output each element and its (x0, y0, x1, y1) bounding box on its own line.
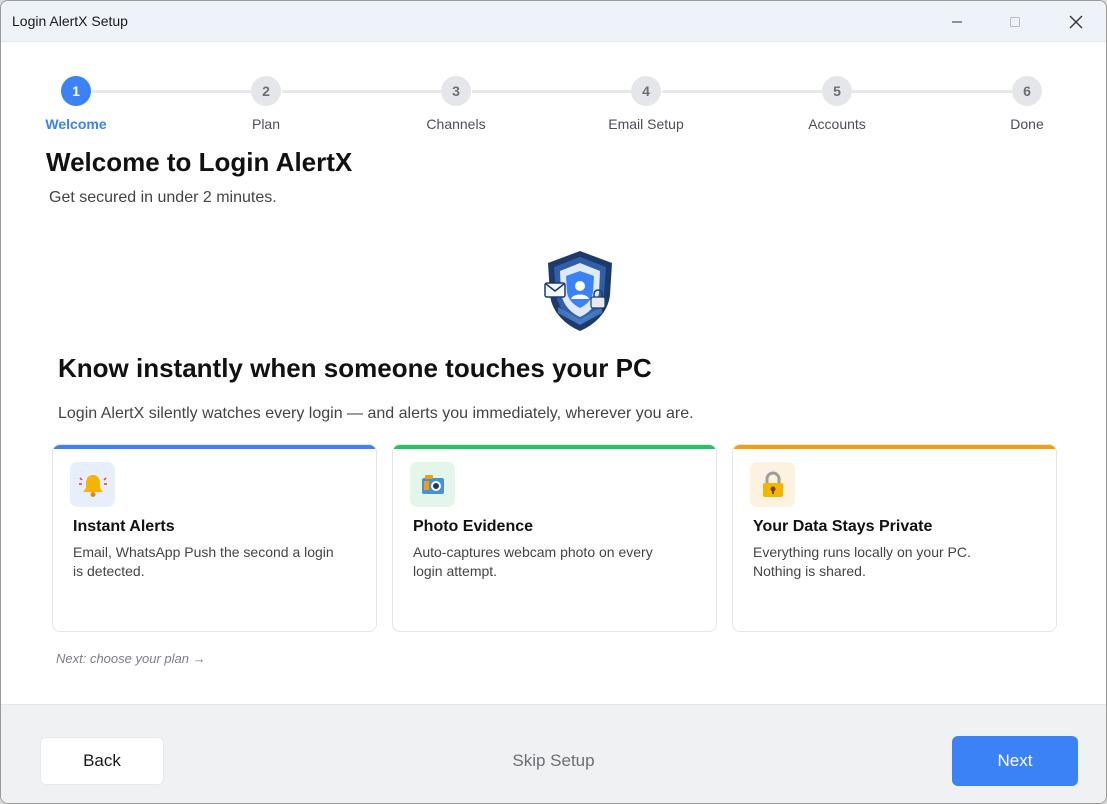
card-title: Your Data Stays Private (753, 518, 933, 535)
title-bar: Login AlertX Setup (1, 1, 1106, 42)
setup-window: Login AlertX Setup 1 Welcome 2 Plan 3 Ch… (0, 0, 1107, 804)
card-description: Email, WhatsApp Push the second a login … (73, 544, 334, 579)
step-number: 5 (822, 76, 852, 106)
page-subtitle: Get secured in under 2 minutes. (49, 189, 277, 206)
feature-card-instant-alerts: Instant Alerts Email, WhatsApp Push the … (52, 444, 377, 632)
minimize-icon (952, 21, 962, 22)
maximize-button[interactable] (986, 1, 1044, 42)
setup-stepper: 1 Welcome 2 Plan 3 Channels 4 Email Setu… (1, 42, 1106, 142)
step-label: Email Setup (608, 116, 684, 132)
next-button[interactable]: Next (952, 736, 1078, 786)
step-label: Done (1010, 116, 1044, 132)
step-plan: 2 Plan (206, 76, 326, 132)
step-label: Welcome (45, 116, 107, 132)
step-number: 3 (441, 76, 471, 106)
feature-headline: Know instantly when someone touches your… (58, 353, 652, 383)
shield-icon (544, 251, 612, 331)
back-button[interactable]: Back (40, 737, 164, 785)
lock-icon (750, 462, 795, 507)
step-number: 4 (631, 76, 661, 106)
card-accent-bar (53, 445, 376, 449)
minimize-button[interactable] (928, 1, 986, 42)
feature-card-photo-evidence: Photo Evidence Auto-captures webcam phot… (392, 444, 717, 632)
bell-icon (70, 462, 115, 507)
step-email-setup: 4 Email Setup (586, 76, 706, 132)
footer-bar: Back Skip Setup Next (1, 704, 1106, 803)
close-button[interactable] (1047, 1, 1105, 42)
skip-setup-button[interactable]: Skip Setup (491, 751, 616, 771)
card-title: Photo Evidence (413, 518, 534, 535)
step-accounts: 5 Accounts (777, 76, 897, 132)
page-title: Welcome to Login AlertX (46, 147, 353, 177)
card-accent-bar (733, 445, 1056, 449)
step-number: 1 (61, 76, 91, 106)
card-title: Instant Alerts (73, 518, 175, 535)
camera-icon (410, 462, 455, 507)
card-description: Everything runs locally on your PC. Noth… (753, 544, 971, 579)
close-icon (1069, 15, 1083, 28)
window-title: Login AlertX Setup (12, 13, 128, 29)
step-channels: 3 Channels (396, 76, 516, 132)
feature-card-data-private: Your Data Stays Private Everything runs … (732, 444, 1057, 632)
step-number: 6 (1012, 76, 1042, 106)
step-label: Accounts (808, 116, 866, 132)
maximize-icon (1010, 16, 1020, 27)
card-description: Auto-captures webcam photo on every logi… (413, 544, 653, 579)
feature-lead: Login AlertX silently watches every logi… (58, 405, 694, 422)
step-label: Channels (426, 116, 486, 132)
step-number: 2 (251, 76, 281, 106)
step-welcome: 1 Welcome (16, 76, 136, 132)
card-accent-bar (393, 445, 716, 449)
step-done: 6 Done (967, 76, 1087, 132)
next-step-hint: Next: choose your plan → (56, 651, 206, 666)
step-label: Plan (251, 116, 281, 132)
